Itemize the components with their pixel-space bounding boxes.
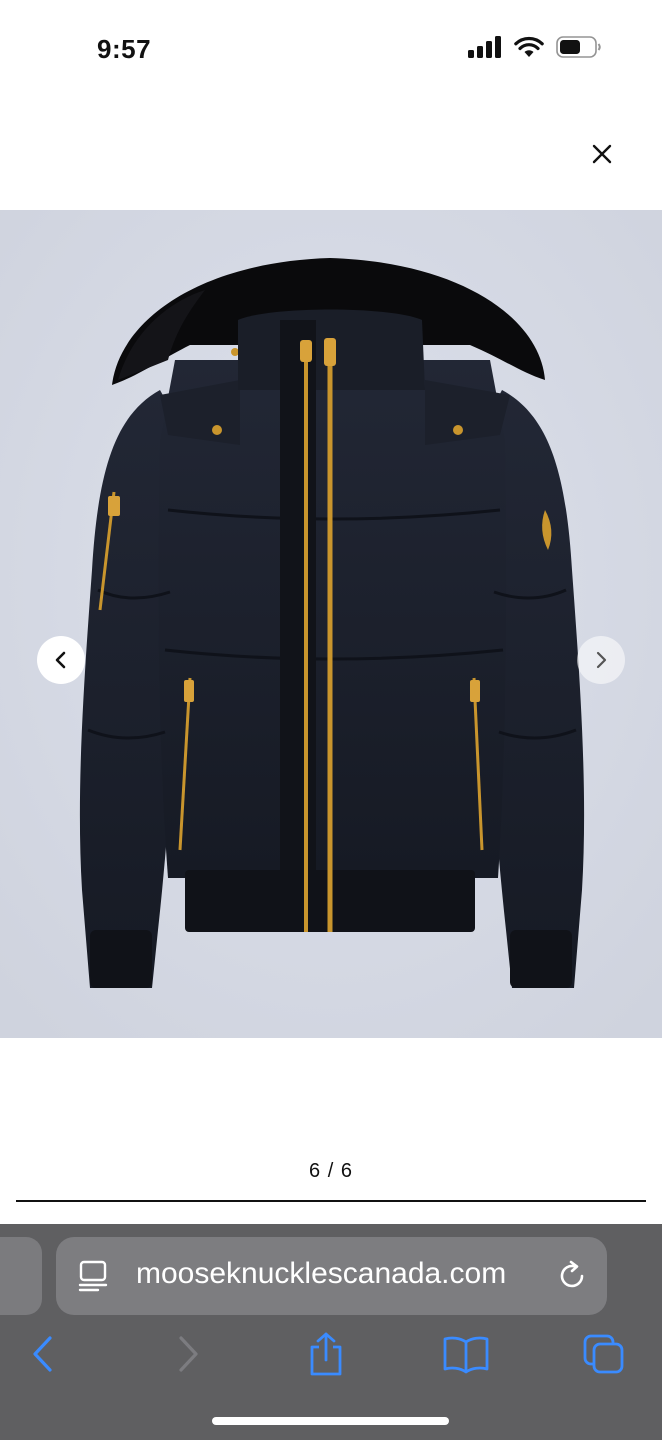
cellular-signal-icon bbox=[468, 36, 501, 58]
page-menu-icon[interactable] bbox=[78, 1259, 110, 1293]
status-icons bbox=[468, 36, 602, 58]
gallery-progress-line bbox=[16, 1200, 646, 1202]
image-counter: 6 / 6 bbox=[309, 1160, 353, 1182]
reload-icon[interactable] bbox=[557, 1259, 589, 1293]
wifi-icon bbox=[514, 36, 544, 57]
home-indicator[interactable] bbox=[212, 1417, 449, 1425]
url-text: mooseknucklescanada.com bbox=[136, 1257, 507, 1290]
back-icon bbox=[33, 1336, 52, 1372]
forward-icon bbox=[179, 1336, 198, 1372]
product-image-gallery[interactable] bbox=[0, 210, 662, 1038]
browser-toolbar bbox=[0, 1324, 662, 1384]
close-icon bbox=[592, 144, 612, 164]
previous-tab-card[interactable] bbox=[0, 1237, 42, 1315]
bookmarks-button[interactable] bbox=[440, 1324, 492, 1384]
address-bar[interactable]: mooseknucklescanada.com bbox=[56, 1237, 607, 1315]
tabs-icon bbox=[583, 1334, 624, 1374]
share-icon bbox=[310, 1332, 342, 1376]
bookmarks-icon bbox=[443, 1336, 489, 1374]
product-image bbox=[0, 210, 662, 1038]
next-image-button[interactable] bbox=[577, 636, 625, 684]
chevron-left-icon bbox=[55, 651, 66, 669]
tabs-button[interactable] bbox=[578, 1324, 630, 1384]
previous-image-button[interactable] bbox=[37, 636, 85, 684]
browser-bar: mooseknucklescanada.com bbox=[0, 1224, 662, 1440]
status-time: 9:57 bbox=[97, 34, 152, 64]
chevron-right-icon bbox=[596, 651, 607, 669]
forward-button[interactable] bbox=[162, 1324, 214, 1384]
back-button[interactable] bbox=[17, 1324, 69, 1384]
status-bar: 9:57 bbox=[0, 0, 662, 100]
battery-icon bbox=[556, 36, 601, 58]
share-button[interactable] bbox=[300, 1324, 352, 1384]
close-button[interactable] bbox=[584, 136, 620, 172]
